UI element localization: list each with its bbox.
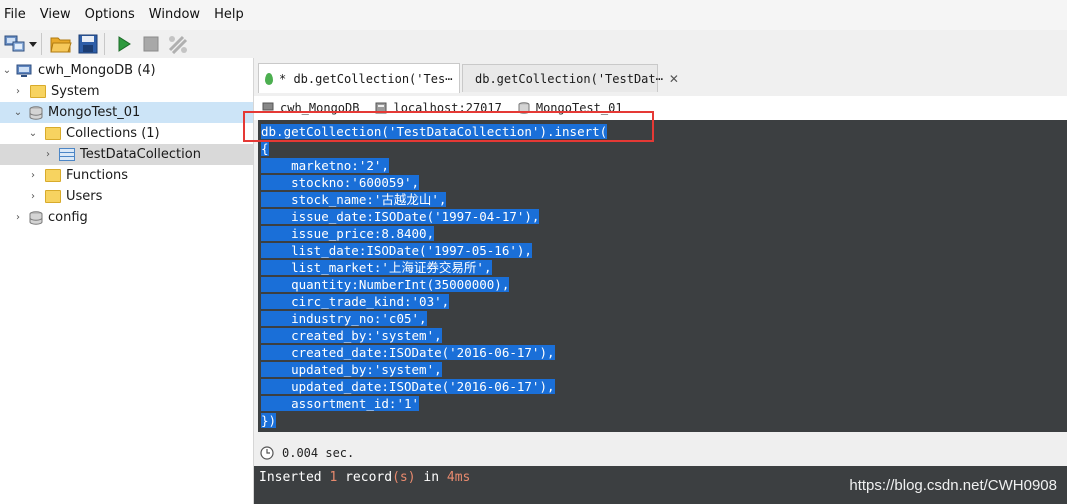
tab-label: db.getCollection('TestDat⋯ [475,71,663,86]
connection-database-label: MongoTest_01 [535,101,623,115]
tree-node-system[interactable]: › System [0,81,253,102]
code-line: stock_name:'古越龙山', [261,192,447,207]
chevron-right-icon[interactable]: › [13,212,23,223]
server-icon [375,102,387,114]
code-line: }) [261,413,277,428]
clock-icon [260,446,274,460]
tree-node-users[interactable]: › Users [0,186,253,207]
query-editor[interactable]: db.getCollection('TestDataCollection').i… [258,120,1067,432]
tree-node-collection-item[interactable]: › TestDataCollection [0,144,253,165]
connect-icon [4,35,25,52]
tab-label: * db.getCollection('Tes⋯ [279,71,453,86]
code-line: assortment_id:'1' [261,396,420,411]
chevron-down-icon[interactable]: ⌄ [28,128,38,139]
tab-query-1[interactable]: * db.getCollection('Tes⋯ [258,63,460,93]
chevron-down-icon[interactable]: ⌄ [13,107,23,118]
chevron-down-icon[interactable]: ⌄ [2,65,12,76]
database-icon [29,105,43,120]
menu-options[interactable]: Options [78,0,142,30]
menu-view[interactable]: View [33,0,78,30]
tree-node-config[interactable]: › config [0,207,253,228]
execution-status: 0.004 sec. [254,440,1067,466]
code-line: updated_date:ISODate('2016-06-17'), [261,379,555,394]
code-line: created_by:'system', [261,328,442,343]
database-icon [518,102,530,114]
execution-time: 0.004 sec. [282,446,355,460]
chevron-right-icon[interactable]: › [13,86,23,97]
tree-label-database: MongoTest_01 [48,105,141,120]
code-line: stockno:'600059', [261,175,420,190]
connection-server-label: cwh_MongoDB [280,101,360,115]
folder-icon [30,85,46,98]
tree-node-functions[interactable]: › Functions [0,165,253,186]
code-line: quantity:NumberInt(35000000), [261,277,510,292]
computer-icon [16,64,32,77]
code-line: updated_by:'system', [261,362,442,377]
connect-button[interactable] [3,32,27,56]
code-line: list_date:ISODate('1997-05-16'), [261,243,532,258]
open-folder-icon [50,37,72,53]
format-icon [168,35,188,54]
code-line: industry_no:'c05', [261,311,427,326]
tree-label-collection-item: TestDataCollection [80,147,201,162]
database-icon [29,210,43,225]
run-button[interactable] [112,32,136,56]
save-icon [78,34,98,54]
tab-bar: * db.getCollection('Tes⋯ db.getCollectio… [254,62,1067,94]
folder-icon [45,169,61,182]
code-line: db.getCollection('TestDataCollection').i… [261,124,608,139]
code-line: list_market:'上海证券交易所', [261,260,492,275]
tree-label-server: cwh_MongoDB (4) [38,63,156,78]
run-icon [118,36,131,52]
menu-window[interactable]: Window [142,0,207,30]
toolbar-separator [104,33,105,55]
tree-label-functions: Functions [66,168,129,183]
code-line: issue_price:8.8400, [261,226,435,241]
open-button[interactable] [49,32,73,56]
tree-label-system: System [51,84,100,99]
computer-icon [262,102,274,113]
save-button[interactable] [76,32,100,56]
tree-label-users: Users [66,189,103,204]
stop-icon [143,36,159,52]
tree-node-database[interactable]: ⌄ MongoTest_01 [0,102,253,123]
connection-host: localhost:27017 [375,101,502,115]
tab-query-2[interactable]: db.getCollection('TestDat⋯ ✕ [462,64,679,92]
toolbar [0,30,1067,58]
connection-host-label: localhost:27017 [393,101,502,115]
code-line: created_date:ISODate('2016-06-17'), [261,345,555,360]
code-line: circ_trade_kind:'03', [261,294,450,309]
menu-help[interactable]: Help [207,0,251,30]
connection-database: MongoTest_01 [518,101,623,115]
connection-server: cwh_MongoDB [262,101,359,115]
table-icon [59,148,75,161]
toolbar-separator [41,33,42,55]
connection-bar: cwh_MongoDB localhost:27017 MongoTest_01 [254,96,1067,120]
tree-label-config: config [48,210,88,225]
code-line: marketno:'2', [261,158,389,173]
code-line: issue_date:ISODate('1997-04-17'), [261,209,540,224]
close-icon[interactable]: ✕ [669,72,679,86]
folder-icon [45,190,61,203]
code-line: { [261,141,269,156]
tree-label-collections: Collections (1) [66,126,160,141]
tree-node-server[interactable]: ⌄ cwh_MongoDB (4) [0,60,253,81]
format-button[interactable] [166,32,190,56]
result-message: Inserted 1 record(s) in 4ms [259,470,471,485]
menu-bar: File View Options Window Help [0,0,1067,30]
chevron-right-icon[interactable]: › [28,170,38,181]
tree-node-collections[interactable]: ⌄ Collections (1) [0,123,253,144]
mongodb-leaf-icon [265,72,273,85]
chevron-right-icon[interactable]: › [28,191,38,202]
watermark: https://blog.csdn.net/CWH0908 [849,477,1057,494]
chevron-right-icon[interactable]: › [43,149,53,160]
menu-file[interactable]: File [0,0,33,30]
stop-button[interactable] [139,32,163,56]
folder-icon [45,127,61,140]
object-explorer: ⌄ cwh_MongoDB (4) › System ⌄ MongoTest_0… [0,58,254,504]
connect-dropdown-icon[interactable] [29,41,37,47]
